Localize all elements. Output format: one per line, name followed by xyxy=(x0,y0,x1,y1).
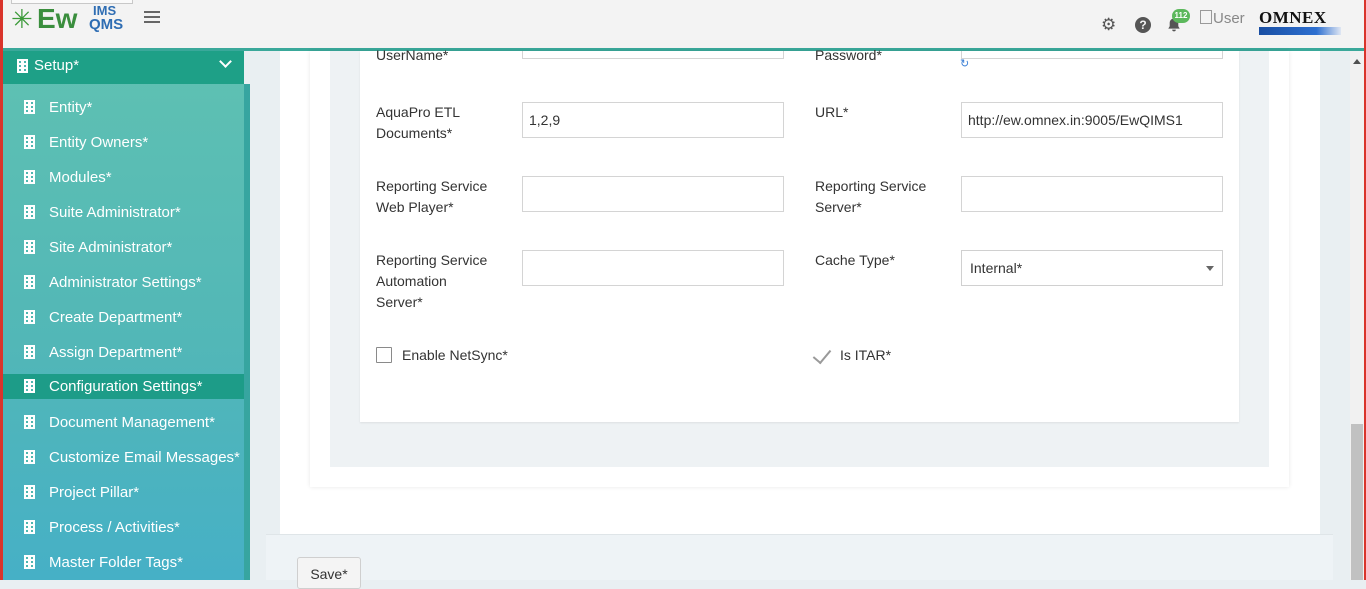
omnex-logo-bar xyxy=(1259,27,1341,35)
sidebar-item-entity-owners[interactable]: Entity Owners* xyxy=(3,130,244,155)
user-alt-text: User xyxy=(1213,10,1245,27)
sidebar-item-label: Document Management* xyxy=(49,414,215,431)
user-avatar[interactable]: User xyxy=(1200,10,1245,27)
omnex-logo-text: OMNEX xyxy=(1259,8,1327,27)
sidebar-item-label: Create Department* xyxy=(49,309,183,326)
sidebar-item-document-management[interactable]: Document Management* xyxy=(3,410,244,435)
building-icon xyxy=(24,415,35,429)
sidebar-item-process-activities[interactable]: Process / Activities* xyxy=(3,515,244,540)
menu-toggle-icon[interactable] xyxy=(144,11,160,25)
building-icon xyxy=(17,59,28,73)
enable-netsync-checkbox[interactable] xyxy=(376,347,392,363)
sidebar-item-label: Site Administrator* xyxy=(49,239,173,256)
sidebar-item-suite-administrator[interactable]: Suite Administrator* xyxy=(3,200,244,225)
rs-web-player-label-line1: Reporting Service xyxy=(376,178,488,194)
sidebar-item-label: Project Pillar* xyxy=(49,484,140,501)
building-icon xyxy=(24,555,35,569)
building-icon xyxy=(24,520,35,534)
save-button[interactable]: Save* xyxy=(297,557,361,589)
sidebar-item-label: Entity* xyxy=(49,99,93,116)
sidebar-item-label: Entity Owners* xyxy=(49,134,149,151)
refresh-icon[interactable]: ↻ xyxy=(960,59,969,70)
help-icon[interactable]: ? xyxy=(1135,17,1151,33)
building-icon xyxy=(24,310,35,324)
ewqims-logo[interactable]: ✳ Ew IMS QMS xyxy=(11,2,129,38)
rs-server-label-line1: Reporting Service xyxy=(815,178,927,194)
rs-automation-label-line2: Automation xyxy=(376,273,447,289)
aquapro-etl-label-line1: AquaPro ETL xyxy=(376,104,461,120)
cache-type-selected-value: Internal* xyxy=(970,260,1023,276)
top-header: ✳ Ew IMS QMS ⚙ ? xyxy=(3,0,1364,51)
building-icon xyxy=(24,379,35,393)
building-icon xyxy=(24,275,35,289)
logo-burst-icon: ✳ xyxy=(11,4,33,34)
username-input[interactable] xyxy=(522,51,784,59)
logo-ew-text: Ew xyxy=(37,3,78,34)
sidebar-item-label: Customize Email Messages* xyxy=(49,449,240,466)
rs-web-player-label-line2: Web Player* xyxy=(376,199,454,215)
sidebar-item-administrator-settings[interactable]: Administrator Settings* xyxy=(3,270,244,295)
building-icon xyxy=(24,170,35,184)
building-icon xyxy=(24,135,35,149)
sidebar-item-create-department[interactable]: Create Department* xyxy=(3,305,244,330)
sidebar-item-label: Assign Department* xyxy=(49,344,183,361)
rs-server-label-line2: Server* xyxy=(815,199,862,215)
building-icon xyxy=(24,205,35,219)
sidebar-item-label: Suite Administrator* xyxy=(49,204,181,221)
reporting-service-web-player-input[interactable] xyxy=(522,176,784,212)
password-input[interactable] xyxy=(961,51,1223,59)
sidebar-item-customize-email-messages[interactable]: Customize Email Messages* xyxy=(3,445,244,470)
sidebar-section-setup[interactable]: Setup* xyxy=(3,51,244,84)
enable-netsync-label: Enable NetSync* xyxy=(402,347,508,363)
rs-automation-label-line3: Server* xyxy=(376,294,423,310)
sidebar-section-label: Setup* xyxy=(34,57,80,74)
sidebar: Setup* Entity* Entity Owners* Modules* S… xyxy=(3,51,244,580)
building-icon xyxy=(24,450,35,464)
sidebar-item-label: Process / Activities* xyxy=(49,519,180,536)
scroll-up-arrow-icon[interactable] xyxy=(1353,59,1361,64)
sidebar-item-modules[interactable]: Modules* xyxy=(3,165,244,190)
sidebar-item-assign-department[interactable]: Assign Department* xyxy=(3,340,244,365)
aquapro-etl-label-line2: Documents* xyxy=(376,125,453,141)
sidebar-item-configuration-settings[interactable]: Configuration Settings* xyxy=(3,374,244,399)
username-label: UserName* xyxy=(376,47,449,63)
footer-bar xyxy=(266,534,1333,580)
logo-qms-text: QMS xyxy=(89,16,124,33)
password-label: Password* xyxy=(815,47,882,63)
sidebar-item-label: Master Folder Tags* xyxy=(49,554,183,571)
scrollbar-thumb[interactable] xyxy=(1351,424,1363,580)
reporting-service-automation-server-input[interactable] xyxy=(522,250,784,286)
sidebar-item-entity[interactable]: Entity* xyxy=(3,95,244,120)
sidebar-item-label: Administrator Settings* xyxy=(49,274,202,291)
sidebar-item-site-administrator[interactable]: Site Administrator* xyxy=(3,235,244,260)
settings-gear-icon[interactable]: ⚙ xyxy=(1101,16,1117,33)
building-icon xyxy=(24,240,35,254)
url-input[interactable] xyxy=(961,102,1223,138)
caret-down-icon xyxy=(1206,266,1214,271)
sidebar-item-project-pillar[interactable]: Project Pillar* xyxy=(3,480,244,505)
is-itar-label: Is ITAR* xyxy=(840,347,892,363)
sidebar-item-label: Modules* xyxy=(49,169,112,186)
sidebar-item-master-folder-tags[interactable]: Master Folder Tags* xyxy=(3,550,244,575)
building-icon xyxy=(24,100,35,114)
building-icon xyxy=(24,485,35,499)
url-label: URL* xyxy=(815,104,849,120)
omnex-logo: OMNEX xyxy=(1259,9,1341,35)
sidebar-item-label: Configuration Settings* xyxy=(49,378,203,395)
rs-automation-label-line1: Reporting Service xyxy=(376,252,488,268)
cache-type-label: Cache Type* xyxy=(815,252,895,268)
broken-image-icon xyxy=(1200,10,1212,24)
chevron-down-icon xyxy=(219,55,232,68)
aquapro-etl-documents-input[interactable] xyxy=(522,102,784,138)
building-icon xyxy=(24,345,35,359)
notification-count-badge: 112 xyxy=(1172,9,1190,23)
reporting-service-server-input[interactable] xyxy=(961,176,1223,212)
cache-type-select[interactable]: Internal* xyxy=(961,250,1223,286)
page-scrollbar[interactable] xyxy=(1350,51,1364,580)
